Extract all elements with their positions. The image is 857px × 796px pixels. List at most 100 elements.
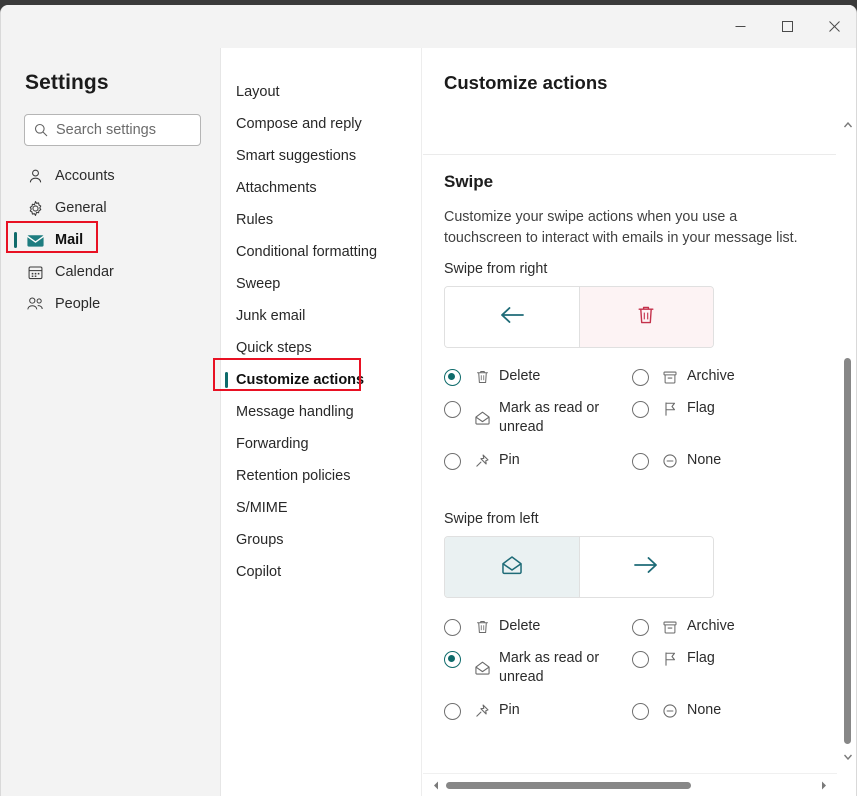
- sidebar-nav: Accounts General Mail: [1, 160, 221, 320]
- radio-option-label: Archive: [687, 617, 735, 636]
- section-description: Customize your swipe actions when you us…: [444, 207, 812, 249]
- list-item-sweep[interactable]: Sweep: [222, 268, 422, 300]
- radio-indicator[interactable]: [632, 401, 649, 418]
- mail-settings-list: Layout Compose and reply Smart suggestio…: [222, 48, 422, 796]
- list-item-label: Layout: [236, 84, 280, 100]
- list-item-layout[interactable]: Layout: [222, 76, 422, 108]
- radio-option-label: Pin: [499, 701, 520, 720]
- minimize-button[interactable]: [717, 5, 764, 48]
- swipe-right-preview-right: [580, 287, 714, 347]
- radio-indicator[interactable]: [632, 703, 649, 720]
- search-box[interactable]: [24, 114, 201, 146]
- list-item-compose-and-reply[interactable]: Compose and reply: [222, 108, 422, 140]
- swipe-right-options: Delete Archive: [444, 363, 824, 479]
- list-item-label: Junk email: [236, 308, 305, 324]
- scroll-down-arrow[interactable]: [837, 748, 857, 766]
- list-item-attachments[interactable]: Attachments: [222, 172, 422, 204]
- radio-indicator[interactable]: [444, 619, 461, 636]
- close-button[interactable]: [811, 5, 857, 48]
- list-item-junk-email[interactable]: Junk email: [222, 300, 422, 332]
- radio-indicator[interactable]: [444, 401, 461, 418]
- radio-option-label: Flag: [687, 399, 715, 418]
- radio-indicator[interactable]: [444, 651, 461, 668]
- radio-indicator[interactable]: [632, 651, 649, 668]
- settings-scroll-area: Swipe Customize your swipe actions when …: [423, 155, 836, 796]
- settings-sidebar: Settings Accounts General: [1, 48, 221, 796]
- list-item-smart-suggestions[interactable]: Smart suggestions: [222, 140, 422, 172]
- sidebar-item-calendar[interactable]: Calendar: [1, 256, 221, 288]
- radio-option-flag[interactable]: Flag: [632, 395, 715, 418]
- maximize-button[interactable]: [764, 5, 811, 48]
- sidebar-item-mail[interactable]: Mail: [1, 224, 221, 256]
- list-item-customize-actions[interactable]: Customize actions: [222, 364, 422, 396]
- minus-circle-icon: [661, 452, 679, 470]
- archive-icon: [661, 618, 679, 636]
- sidebar-item-label: Calendar: [55, 264, 114, 280]
- radio-option-archive[interactable]: Archive: [632, 363, 735, 386]
- radio-indicator[interactable]: [632, 453, 649, 470]
- radio-option-mark-as-read-or-unread[interactable]: Mark as read or unread: [444, 645, 617, 687]
- radio-option-label: Delete: [499, 367, 540, 386]
- envelope-open-icon: [473, 409, 491, 427]
- list-item-forwarding[interactable]: Forwarding: [222, 428, 422, 460]
- radio-indicator[interactable]: [444, 453, 461, 470]
- list-item-label: S/MIME: [236, 500, 288, 516]
- list-item-copilot[interactable]: Copilot: [222, 556, 422, 588]
- swipe-left-preview: [444, 536, 714, 598]
- person-icon: [25, 166, 45, 186]
- radio-indicator[interactable]: [444, 369, 461, 386]
- list-item-groups[interactable]: Groups: [222, 524, 422, 556]
- archive-icon: [661, 368, 679, 386]
- list-item-label: Retention policies: [236, 468, 350, 484]
- radio-option-mark-as-read-or-unread[interactable]: Mark as read or unread: [444, 395, 617, 437]
- search-icon: [34, 123, 48, 137]
- list-item-label: Forwarding: [236, 436, 309, 452]
- radio-indicator[interactable]: [632, 619, 649, 636]
- radio-option-delete[interactable]: Delete: [444, 613, 540, 636]
- radio-option-none[interactable]: None: [632, 447, 721, 470]
- option-row: Mark as read or unread Flag: [444, 395, 824, 447]
- list-item-rules[interactable]: Rules: [222, 204, 422, 236]
- horizontal-scroll-thumb[interactable]: [446, 782, 691, 789]
- list-item-smime[interactable]: S/MIME: [222, 492, 422, 524]
- sidebar-item-accounts[interactable]: Accounts: [1, 160, 221, 192]
- mail-settings-items: Layout Compose and reply Smart suggestio…: [222, 76, 422, 588]
- radio-option-pin[interactable]: Pin: [444, 697, 520, 720]
- option-row: Delete Archive: [444, 363, 824, 395]
- vertical-scroll-thumb[interactable]: [844, 358, 851, 744]
- list-item-conditional-formatting[interactable]: Conditional formatting: [222, 236, 422, 268]
- selection-indicator: [225, 372, 228, 388]
- radio-option-flag[interactable]: Flag: [632, 645, 715, 668]
- radio-option-label: Mark as read or unread: [499, 649, 617, 687]
- scroll-up-arrow[interactable]: [837, 116, 857, 134]
- vertical-scrollbar[interactable]: [837, 48, 857, 796]
- list-item-quick-steps[interactable]: Quick steps: [222, 332, 422, 364]
- envelope-open-icon: [473, 659, 491, 677]
- radio-option-label: None: [687, 701, 721, 720]
- radio-option-delete[interactable]: Delete: [444, 363, 540, 386]
- radio-option-archive[interactable]: Archive: [632, 613, 735, 636]
- search-input[interactable]: [56, 122, 186, 138]
- horizontal-scrollbar[interactable]: [423, 773, 837, 796]
- radio-option-none[interactable]: None: [632, 697, 721, 720]
- sidebar-item-people[interactable]: People: [1, 288, 221, 320]
- scroll-right-arrow[interactable]: [815, 774, 833, 796]
- settings-window: Settings Accounts General: [0, 5, 857, 796]
- radio-option-label: Archive: [687, 367, 735, 386]
- list-item-message-handling[interactable]: Message handling: [222, 396, 422, 428]
- list-item-label: Conditional formatting: [236, 244, 377, 260]
- list-item-retention-policies[interactable]: Retention policies: [222, 460, 422, 492]
- page-title: Settings: [25, 71, 109, 95]
- flag-icon: [661, 400, 679, 418]
- list-item-label: Customize actions: [236, 372, 364, 388]
- sidebar-item-general[interactable]: General: [1, 192, 221, 224]
- section-heading: Swipe: [444, 172, 493, 192]
- title-bar: [1, 5, 857, 48]
- swipe-left-options: Delete Archive: [444, 613, 824, 729]
- swipe-right-preview-left: [445, 287, 579, 347]
- radio-indicator[interactable]: [444, 703, 461, 720]
- radio-option-pin[interactable]: Pin: [444, 447, 520, 470]
- swipe-left-preview-left: [445, 537, 579, 597]
- radio-indicator[interactable]: [632, 369, 649, 386]
- scroll-left-arrow[interactable]: [427, 774, 445, 796]
